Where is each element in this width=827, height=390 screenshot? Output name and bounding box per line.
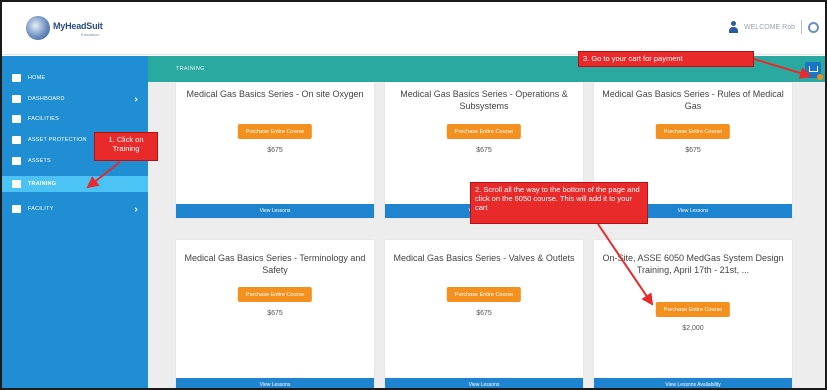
chevron-right-icon (133, 206, 138, 212)
step3-callout: 3. Go to your cart for payment (578, 51, 754, 67)
course-price: $675 (267, 147, 283, 154)
sidebar-item-training[interactable]: TRAINING (2, 176, 148, 192)
sidebar-item-label: FACILITY (28, 206, 54, 212)
course-grid: Medical Gas Basics Series - On site Oxyg… (148, 82, 825, 388)
view-lessons-button[interactable]: View Lessons (176, 204, 374, 218)
sidebar: HOME DASHBOARD FACILITIES ASSET PROTECTI… (2, 56, 148, 388)
sidebar-item-label: FACILITIES (28, 116, 60, 122)
view-lessons-button[interactable]: View Lessons (176, 378, 374, 388)
purchase-course-button[interactable]: Purchase Entire Course (655, 124, 731, 139)
app-window: MyHeadSuit Education WELCOME Rob HOME DA… (0, 0, 827, 390)
sidebar-item-label: ASSETS (28, 158, 51, 164)
user-icon[interactable] (729, 21, 739, 33)
course-card: Medical Gas Basics Series - On site Oxyg… (176, 82, 374, 218)
purchase-course-button[interactable]: Purchase Entire Course (446, 124, 522, 139)
course-price: $675 (476, 147, 492, 154)
home-icon (12, 74, 21, 82)
facility-icon (12, 205, 21, 213)
course-title: On-Site, ASSE 6050 MedGas System Design … (602, 253, 784, 275)
course-title: Medical Gas Basics Series - On site Oxyg… (186, 89, 364, 99)
sidebar-item-label: TRAINING (28, 181, 57, 187)
logo-text: MyHeadSuit (53, 21, 103, 31)
logo[interactable]: MyHeadSuit Education (26, 16, 121, 40)
course-price: $675 (267, 310, 283, 317)
course-price: $675 (476, 310, 492, 317)
sidebar-item-facility[interactable]: FACILITY (2, 202, 148, 216)
training-icon (12, 180, 21, 188)
assets-icon (12, 157, 21, 165)
course-card: Medical Gas Basics Series - Valves & Out… (385, 240, 583, 388)
course-price: $2,000 (682, 325, 704, 332)
purchase-course-button[interactable]: Purchase Entire Course (237, 287, 313, 302)
course-card: Medical Gas Basics Series - Terminology … (176, 240, 374, 388)
user-area: WELCOME Rob (729, 20, 819, 34)
section-title: TRAINING (176, 66, 205, 72)
course-title: Medical Gas Basics Series - Rules of Med… (602, 89, 784, 111)
user-name[interactable]: WELCOME Rob (744, 24, 795, 31)
asset-protection-icon (12, 136, 21, 144)
header-divider (801, 20, 802, 34)
course-price: $675 (685, 147, 701, 154)
course-title: Medical Gas Basics Series - Valves & Out… (393, 253, 575, 263)
gear-icon[interactable] (808, 21, 819, 33)
sidebar-item-dashboard[interactable]: DASHBOARD (2, 92, 148, 106)
top-bar: MyHeadSuit Education WELCOME Rob (2, 2, 825, 55)
sidebar-item-facilities[interactable]: FACILITIES (2, 112, 148, 126)
cart-badge (817, 74, 823, 80)
sidebar-item-label: HOME (28, 75, 46, 81)
facilities-icon (12, 115, 21, 123)
step1-callout: 1. Click on Training (94, 132, 158, 161)
sidebar-item-label: DASHBOARD (28, 96, 65, 102)
course-card: On-Site, ASSE 6050 MedGas System Design … (594, 240, 792, 388)
purchase-course-button[interactable]: Purchase Entire Course (655, 302, 731, 317)
sidebar-item-label: ASSET PROTECTION (28, 137, 87, 143)
dashboard-icon (12, 95, 21, 103)
course-title: Medical Gas Basics Series - Operations &… (400, 89, 568, 111)
step2-callout: 2. Scroll all the way to the bottom of t… (470, 182, 648, 224)
view-lessons-availability-button[interactable]: View Lessons Availability (594, 378, 792, 388)
purchase-course-button[interactable]: Purchase Entire Course (446, 287, 522, 302)
view-lessons-button[interactable]: View Lessons (385, 378, 583, 388)
sidebar-item-home[interactable]: HOME (2, 71, 148, 85)
purchase-course-button[interactable]: Purchase Entire Course (237, 124, 313, 139)
logo-subtitle: Education (81, 32, 99, 37)
cart-button[interactable] (805, 62, 823, 80)
logo-mark-icon (26, 16, 50, 40)
course-title: Medical Gas Basics Series - Terminology … (184, 253, 366, 275)
chevron-right-icon (133, 96, 138, 102)
